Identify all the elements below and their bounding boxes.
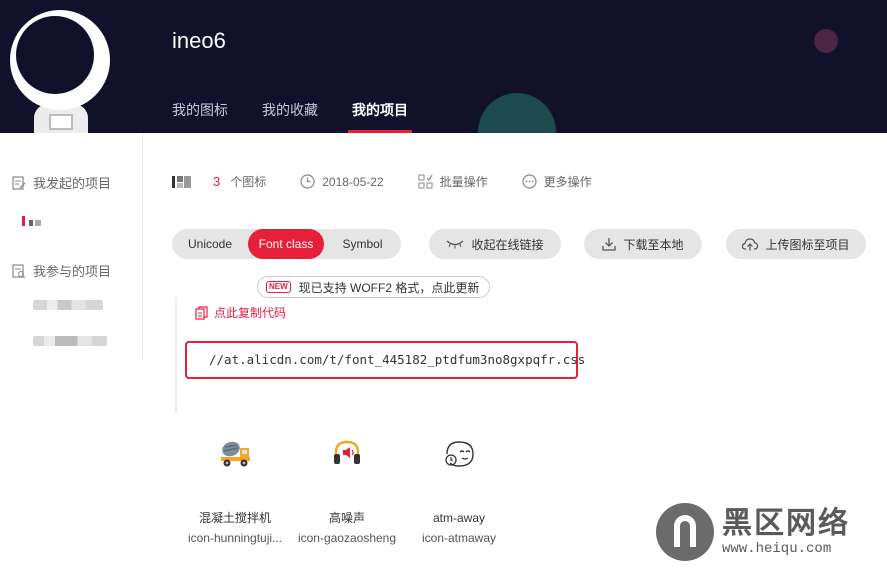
tab-my-icons[interactable]: 我的图标 xyxy=(172,100,228,133)
download-label: 下载至本地 xyxy=(623,237,684,252)
collapse-link-label: 收起在线链接 xyxy=(471,237,544,252)
woff2-notice[interactable]: NEW 现已支持 WOFF2 格式，点此更新 xyxy=(257,276,491,298)
joined-projects-heading: 我参与的项目 xyxy=(12,261,111,280)
download-icon xyxy=(602,238,617,251)
project-sidebar: 我发起的项目 我参与的项目 xyxy=(0,133,143,358)
collapse-link-button[interactable]: 收起在线链接 xyxy=(429,229,561,259)
icon-name: atm-away xyxy=(432,511,485,525)
clock-icon xyxy=(300,174,315,189)
decorative-bubble xyxy=(814,29,838,53)
icon-class: icon-atmaway xyxy=(421,531,497,545)
copy-code-link[interactable]: 点此复制代码 xyxy=(195,304,286,321)
my-projects-heading: 我发起的项目 xyxy=(12,173,111,192)
username: ineo6 xyxy=(172,28,226,53)
icon-card[interactable]: 混凝土搅拌机 icon-hunningtuji... xyxy=(180,438,290,548)
batch-operation-button[interactable]: 批量操作 xyxy=(418,173,488,190)
new-badge: NEW xyxy=(266,281,291,293)
batch-icon xyxy=(418,174,433,189)
copy-code-label: 点此复制代码 xyxy=(214,306,287,320)
project-thumbnail-icon xyxy=(172,175,191,188)
eye-closed-icon xyxy=(447,240,464,249)
upload-label: 上传图标至项目 xyxy=(765,237,850,252)
tab-font-class[interactable]: Font class xyxy=(248,229,324,259)
icon-count-number: 3 xyxy=(213,174,221,189)
batch-operation-label: 批量操作 xyxy=(439,175,488,189)
avatar[interactable] xyxy=(10,10,110,133)
more-operation-button[interactable]: 更多操作 xyxy=(522,173,592,190)
icon-count-unit: 个图标 xyxy=(230,175,267,189)
atm-away-icon xyxy=(445,441,474,467)
icon-card[interactable]: 高噪声 icon-gaozaosheng xyxy=(292,438,402,548)
watermark: 黑区网络 www.heiqu.com xyxy=(656,503,850,561)
project-date-text: 2018-05-22 xyxy=(322,174,384,189)
format-switch: Unicode Font class Symbol xyxy=(172,229,401,259)
profile-tabs: 我的图标 我的收藏 我的项目 xyxy=(172,100,442,133)
sidebar-project-item[interactable] xyxy=(22,215,48,226)
copy-icon xyxy=(195,305,208,320)
css-url-code[interactable]: //at.alicdn.com/t/font_445182_ptdfum3no8… xyxy=(185,341,585,379)
project-date: 2018-05-22 xyxy=(300,174,384,189)
concrete-mixer-icon xyxy=(221,441,250,467)
joined-projects-label: 我参与的项目 xyxy=(33,264,112,279)
icon-class: icon-gaozaosheng xyxy=(297,531,397,545)
cloud-upload-icon xyxy=(742,237,759,250)
icon-card[interactable]: atm-away icon-atmaway xyxy=(404,438,514,548)
watermark-logo-icon xyxy=(656,503,714,561)
sidebar-joined-item[interactable] xyxy=(33,300,103,310)
icon-name: 高噪声 xyxy=(328,511,365,525)
decorative-bubble xyxy=(478,93,556,133)
tab-my-projects[interactable]: 我的项目 xyxy=(348,100,412,133)
icon-class: icon-hunningtuji... xyxy=(187,531,283,545)
download-button[interactable]: 下载至本地 xyxy=(584,229,702,259)
avatar-visor xyxy=(16,16,94,94)
more-icon xyxy=(522,174,537,189)
profile-header: ineo6 我的图标 我的收藏 我的项目 xyxy=(0,0,887,133)
sidebar-joined-item[interactable] xyxy=(33,336,107,346)
tab-my-favorites[interactable]: 我的收藏 xyxy=(262,100,318,133)
woff2-notice-text: 现已支持 WOFF2 格式，点此更新 xyxy=(298,280,480,295)
project-info-row: 3 个图标 2018-05-22 批量操作 更多操作 xyxy=(172,173,626,190)
tab-symbol[interactable]: Symbol xyxy=(324,229,401,259)
more-operation-label: 更多操作 xyxy=(543,175,592,189)
edit-doc-icon xyxy=(12,175,26,190)
watermark-text: 黑区网络 xyxy=(722,507,850,540)
upload-button[interactable]: 上传图标至项目 xyxy=(726,229,866,259)
high-noise-icon xyxy=(334,440,360,464)
icon-name: 混凝土搅拌机 xyxy=(198,511,271,525)
tab-unicode[interactable]: Unicode xyxy=(172,229,248,259)
watermark-url: www.heiqu.com xyxy=(722,541,832,557)
project-thumb xyxy=(172,175,199,189)
avatar-panel xyxy=(49,114,73,130)
joined-doc-icon xyxy=(12,263,26,278)
my-projects-label: 我发起的项目 xyxy=(33,176,112,191)
icon-count: 3 个图标 xyxy=(213,173,266,190)
